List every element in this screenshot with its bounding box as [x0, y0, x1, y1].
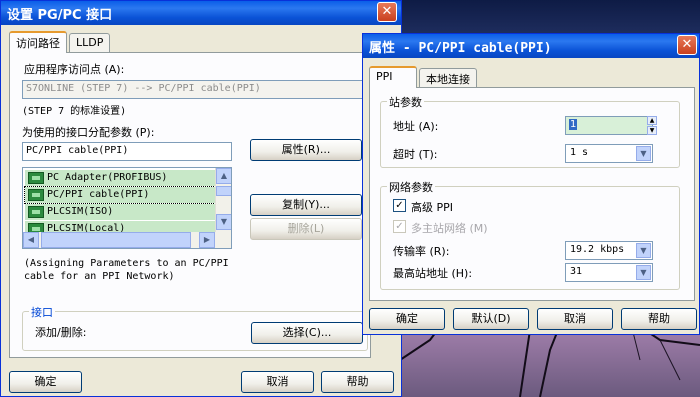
list-item[interactable]: PC Adapter(PROFIBUS) [25, 170, 215, 186]
highest-addr-select[interactable]: 31 ▼ [565, 263, 653, 282]
timeout-value: 1 s [570, 147, 589, 158]
list-item-label: PC Adapter(PROFIBUS) [47, 172, 168, 183]
close-icon[interactable]: ✕ [677, 35, 697, 55]
select-button[interactable]: 选择(C)... [251, 322, 363, 344]
tab-ppi-label: PPI [376, 70, 393, 83]
tab-ppi[interactable]: PPI [369, 66, 417, 88]
tab-local-connection-label: 本地连接 [426, 73, 470, 86]
list-item-label: PLCSIM(ISO) [47, 206, 114, 217]
props-default-button[interactable]: 默认(D) [453, 308, 529, 330]
access-point-select[interactable]: S7ONLINE (STEP 7) --> PC/PPI cable(PPI) [22, 80, 368, 99]
properties-titlebar[interactable]: 属性 - PC/PPI cable(PPI) [363, 34, 699, 58]
list-item-selected[interactable]: PC/PPI cable(PPI) [24, 186, 216, 204]
multimaster-checkbox[interactable]: ✓ [393, 220, 406, 233]
access-path-panel: 应用程序访问点 (A): S7ONLINE (STEP 7) --> PC/PP… [9, 52, 371, 358]
advanced-ppi-label: 高级 PPI [411, 201, 454, 214]
chevron-down-icon[interactable]: ▼ [636, 146, 651, 161]
description-line-1: (Assigning Parameters to an PC/PPI [24, 258, 229, 269]
tab-access-path[interactable]: 访问路径 [9, 31, 67, 53]
address-label: 地址 (A): [393, 120, 439, 133]
timeout-select[interactable]: 1 s ▼ [565, 144, 653, 163]
props-cancel-button[interactable]: 取消 [537, 308, 613, 330]
scroll-up-icon[interactable]: ▲ [216, 168, 231, 184]
scroll-right-icon[interactable]: ▶ [199, 232, 215, 248]
chevron-down-icon[interactable]: ▼ [636, 243, 651, 258]
list-vertical-scrollbar[interactable]: ▲ ▼ [215, 168, 231, 232]
pgpc-window: 设置 PG/PC 接口 ✕ 访问路径 LLDP 应用程序访问点 (A): S7O… [0, 0, 402, 397]
access-point-label: 应用程序访问点 (A): [24, 63, 125, 76]
network-card-icon [28, 172, 44, 184]
spin-down-icon[interactable]: ▼ [647, 126, 657, 135]
network-card-icon [28, 189, 44, 201]
baud-label: 传输率 (R): [393, 245, 450, 258]
properties-button[interactable]: 属性(R)... [250, 139, 362, 161]
tab-lldp-label: LLDP [76, 36, 104, 49]
scroll-down-icon[interactable]: ▼ [216, 214, 231, 230]
cancel-button[interactable]: 取消 [241, 371, 314, 393]
close-icon[interactable]: ✕ [377, 2, 397, 22]
properties-window: 属性 - PC/PPI cable(PPI) ✕ PPI 本地连接 站参数 地址… [362, 33, 700, 335]
list-item[interactable]: PLCSIM(ISO) [25, 204, 215, 220]
help-button[interactable]: 帮助 [321, 371, 394, 393]
advanced-ppi-checkbox[interactable]: ✓ [393, 199, 406, 212]
pgpc-titlebar[interactable]: 设置 PG/PC 接口 [1, 1, 401, 25]
props-ok-button[interactable]: 确定 [369, 308, 445, 330]
station-params-title: 站参数 [387, 94, 424, 110]
scroll-left-icon[interactable]: ◀ [23, 232, 39, 248]
timeout-label: 超时 (T): [393, 148, 438, 161]
network-params-groupbox: 网络参数 ✓ 高级 PPI ✓ 多主站网络 (M) 传输率 (R): 19.2 … [380, 179, 680, 290]
network-card-icon [28, 206, 44, 218]
scroll-thumb-horizontal[interactable] [41, 232, 191, 248]
description-line-2: cable for an PPI Network) [24, 271, 175, 282]
highest-addr-value: 31 [570, 266, 583, 277]
tab-local-connection[interactable]: 本地连接 [419, 68, 477, 88]
scroll-thumb[interactable] [216, 186, 231, 196]
params-label: 为使用的接口分配参数 (P): [22, 126, 155, 139]
list-item-label: PC/PPI cable(PPI) [47, 189, 150, 200]
address-value: 1 [569, 119, 578, 130]
copy-button[interactable]: 复制(Y)... [250, 194, 362, 216]
params-input[interactable]: PC/PPI cable(PPI) [22, 142, 232, 161]
station-params-groupbox: 站参数 地址 (A): 1 ▲ ▼ 超时 (T): 1 s ▼ [380, 94, 680, 168]
highest-addr-label: 最高站地址 (H): [393, 267, 473, 280]
interface-group-title: 接口 [29, 304, 55, 320]
props-help-button[interactable]: 帮助 [621, 308, 697, 330]
list-horizontal-scrollbar[interactable]: ◀ ▶ [23, 232, 231, 248]
ok-button[interactable]: 确定 [9, 371, 82, 393]
add-remove-label: 添加/删除: [35, 326, 87, 339]
tab-access-path-label: 访问路径 [16, 37, 60, 50]
properties-title: 属性 - PC/PPI cable(PPI) [369, 41, 552, 56]
baud-select[interactable]: 19.2 kbps ▼ [565, 241, 653, 260]
spin-up-icon[interactable]: ▲ [647, 116, 657, 125]
interface-listbox[interactable]: PC Adapter(PROFIBUS) PC/PPI cable(PPI) P… [22, 167, 232, 249]
address-spinbox[interactable]: 1 [565, 116, 653, 135]
multimaster-label: 多主站网络 (M) [411, 222, 488, 235]
delete-button[interactable]: 删除(L) [250, 218, 362, 240]
baud-value: 19.2 kbps [570, 244, 625, 255]
tab-lldp[interactable]: LLDP [69, 33, 111, 53]
standard-note: (STEP 7 的标准设置) [22, 106, 127, 117]
pgpc-title: 设置 PG/PC 接口 [7, 8, 113, 23]
chevron-down-icon[interactable]: ▼ [636, 265, 651, 280]
interface-groupbox: 接口 添加/删除: 选择(C)... [22, 304, 368, 351]
network-params-title: 网络参数 [387, 179, 435, 195]
ppi-panel: 站参数 地址 (A): 1 ▲ ▼ 超时 (T): 1 s ▼ 网络参数 ✓ 高… [369, 87, 695, 301]
